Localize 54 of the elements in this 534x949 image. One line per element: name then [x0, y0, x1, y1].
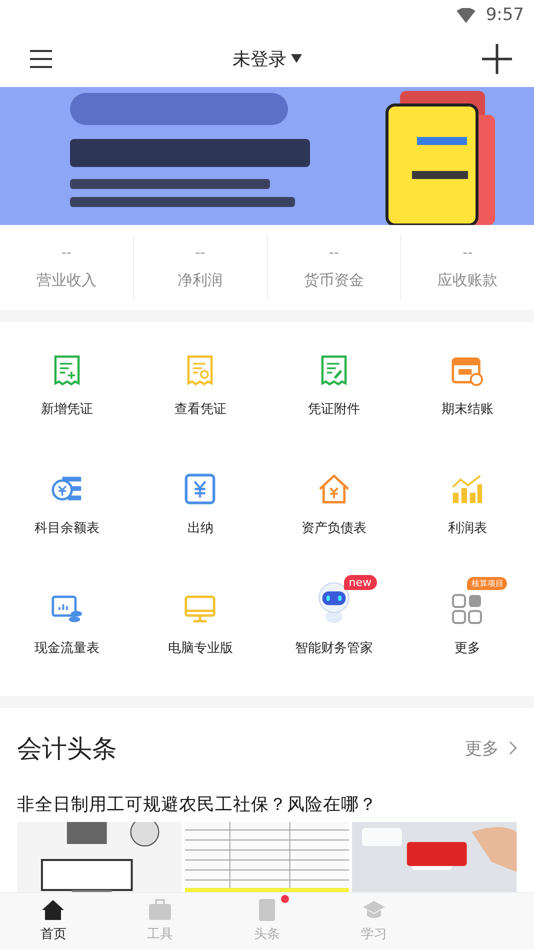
briefcase-icon — [148, 899, 172, 921]
shortcut-label: 利润表 — [448, 520, 487, 538]
shortcut-label: 现金流量表 — [34, 640, 100, 657]
shortcut-item[interactable]: 现金流量表 — [0, 568, 134, 688]
grid-icon — [451, 592, 484, 625]
shortcut-item[interactable]: 查看凭证 — [134, 330, 267, 450]
monitor-icon — [184, 592, 216, 625]
shortcut-item[interactable]: 资产负债表 — [267, 449, 400, 569]
section-title: 会计头条 — [17, 732, 117, 764]
account-dropdown[interactable]: 未登录 — [232, 46, 302, 70]
shortcut-item[interactable]: 出纳 — [134, 449, 267, 569]
add-icon[interactable] — [482, 44, 512, 74]
chevron-right-icon — [509, 741, 517, 755]
stat-label: 净利润 — [178, 271, 223, 290]
stat-label: 货币资金 — [304, 271, 364, 290]
more-link[interactable]: 更多 — [465, 736, 517, 760]
wifi-icon — [456, 8, 476, 22]
home-icon — [41, 899, 66, 921]
house-icon — [318, 473, 350, 506]
shortcut-item[interactable]: 核算项目 更多 — [400, 568, 534, 688]
stat-value: -- — [462, 245, 473, 261]
stat-label: 应收账款 — [438, 271, 498, 290]
shortcut-item[interactable]: 电脑专业版 — [134, 568, 267, 688]
shortcut-item[interactable]: 期末结账 — [400, 330, 534, 450]
stat-label: 营业收入 — [36, 271, 96, 290]
shortcut-label: 电脑专业版 — [168, 640, 233, 657]
shortcut-label: 科目余额表 — [34, 520, 100, 538]
shortcut-label: 资产负债表 — [301, 520, 366, 538]
shortcut-label: 出纳 — [187, 520, 214, 538]
bar-chart-icon — [451, 473, 484, 506]
shortcut-item[interactable]: 科目余额表 — [0, 449, 134, 569]
caret-icon — [290, 54, 302, 63]
badge: new — [344, 574, 376, 590]
shortcut-label: 期末结账 — [441, 401, 494, 418]
report-coins-icon — [50, 592, 83, 625]
graduation-cap-icon — [362, 899, 386, 921]
stat-value: -- — [195, 245, 206, 261]
shortcut-label: 智能财务管家 — [294, 640, 373, 657]
news-headline[interactable]: 非全日制用工可规避农民工社保？风险在哪？ — [17, 792, 517, 816]
stat-value: -- — [328, 245, 339, 261]
status-time: 9:57 — [486, 5, 524, 25]
stat-value: -- — [61, 245, 72, 261]
menu-icon[interactable] — [30, 50, 52, 68]
shortcut-label: 新增凭证 — [40, 401, 93, 418]
shortcut-item[interactable]: new 智能财务管家 — [267, 568, 400, 688]
shortcut-item[interactable]: 新增凭证 — [0, 330, 134, 450]
shortcut-item[interactable]: 凭证附件 — [267, 330, 400, 450]
shortcut-label: 查看凭证 — [174, 401, 226, 418]
shortcut-item[interactable]: 利润表 — [400, 449, 534, 569]
yuan-icon — [184, 473, 216, 506]
tab-item[interactable]: 首页 — [0, 893, 107, 949]
badge: 核算项目 — [467, 576, 508, 590]
shortcut-label: 凭证附件 — [308, 401, 360, 418]
shortcut-label: 更多 — [454, 640, 480, 657]
